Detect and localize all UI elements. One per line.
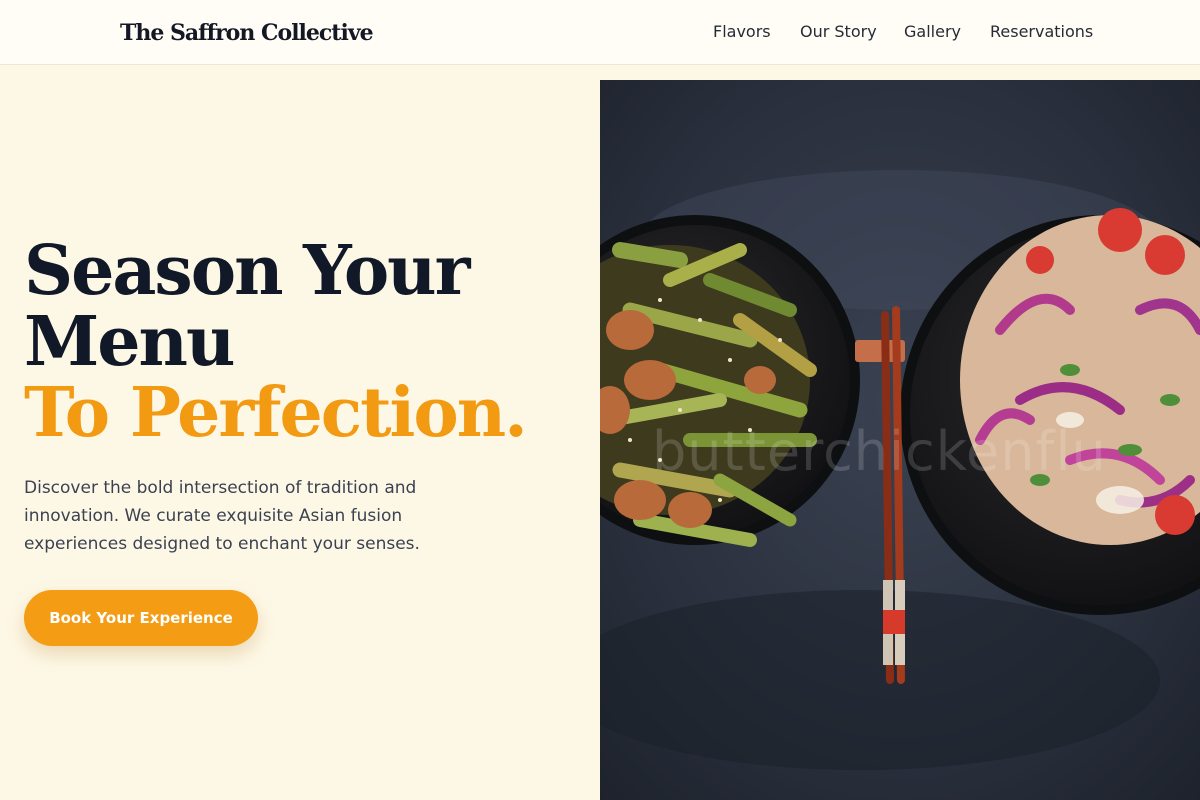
nav-link-reservations[interactable]: Reservations bbox=[990, 20, 1093, 44]
headline-line-1: Season Your bbox=[24, 231, 470, 311]
headline-line-2: Menu bbox=[24, 302, 235, 382]
hero-description: Discover the bold intersection of tradit… bbox=[24, 478, 420, 554]
top-navigation: The Saffron Collective Flavors Our Story… bbox=[0, 0, 1200, 65]
headline-accent: To Perfection. bbox=[24, 373, 528, 453]
book-experience-button[interactable]: Book Your Experience bbox=[24, 590, 258, 646]
hero-headline: Season Your Menu To Perfection. bbox=[24, 236, 584, 449]
nav-link-our-story[interactable]: Our Story bbox=[800, 20, 877, 44]
brand-logo[interactable]: The Saffron Collective bbox=[120, 16, 374, 50]
image-watermark: butterchickenflu bbox=[652, 420, 1107, 483]
nav-link-gallery[interactable]: Gallery bbox=[904, 20, 961, 44]
hero-food-image: butterchickenflu bbox=[600, 80, 1200, 800]
nav-link-flavors[interactable]: Flavors bbox=[713, 20, 771, 44]
